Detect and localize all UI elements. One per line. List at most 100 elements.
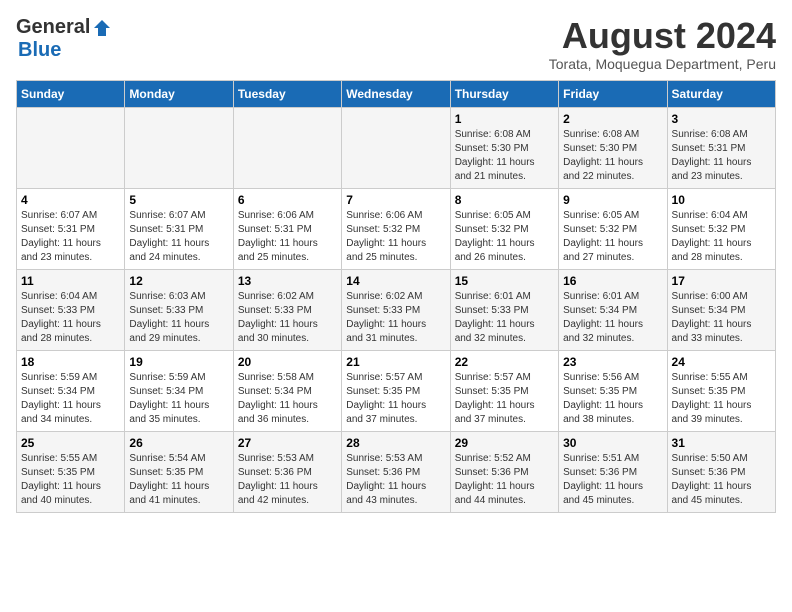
day-header-sunday: Sunday xyxy=(17,80,125,107)
day-number: 11 xyxy=(21,274,120,288)
day-number: 3 xyxy=(672,112,771,126)
day-info: Sunrise: 5:59 AM Sunset: 5:34 PM Dayligh… xyxy=(129,371,228,427)
day-number: 15 xyxy=(455,274,554,288)
day-info: Sunrise: 5:55 AM Sunset: 5:35 PM Dayligh… xyxy=(21,452,120,508)
week-row-1: 1 Sunrise: 6:08 AM Sunset: 5:30 PM Daylig… xyxy=(17,107,776,188)
day-header-thursday: Thursday xyxy=(450,80,558,107)
day-number: 29 xyxy=(455,436,554,450)
calendar-location: Torata, Moquegua Department, Peru xyxy=(549,56,776,72)
day-number: 21 xyxy=(346,355,445,369)
day-number: 1 xyxy=(455,112,554,126)
calendar-month-year: August 2024 xyxy=(549,16,776,56)
day-number: 25 xyxy=(21,436,120,450)
day-number: 16 xyxy=(563,274,662,288)
day-cell-18: 18 Sunrise: 5:59 AM Sunset: 5:34 PM Dayli… xyxy=(17,350,125,431)
day-cell-27: 27 Sunrise: 5:53 AM Sunset: 5:36 PM Dayli… xyxy=(233,431,341,512)
day-info: Sunrise: 6:05 AM Sunset: 5:32 PM Dayligh… xyxy=(455,209,554,265)
day-cell-22: 22 Sunrise: 5:57 AM Sunset: 5:35 PM Dayli… xyxy=(450,350,558,431)
day-cell-14: 14Sunrise: 6:02 AM Sunset: 5:33 PM Dayli… xyxy=(342,269,450,350)
day-cell-29: 29 Sunrise: 5:52 AM Sunset: 5:36 PM Dayli… xyxy=(450,431,558,512)
logo: General Blue xyxy=(16,16,112,62)
day-info: Sunrise: 6:01 AM Sunset: 5:33 PM Dayligh… xyxy=(455,290,554,346)
day-cell-10: 10 Sunrise: 6:04 AM Sunset: 5:32 PM Dayli… xyxy=(667,188,775,269)
day-cell-11: 11 Sunrise: 6:04 AM Sunset: 5:33 PM Dayli… xyxy=(17,269,125,350)
day-cell-21: 21 Sunrise: 5:57 AM Sunset: 5:35 PM Dayli… xyxy=(342,350,450,431)
day-cell-30: 30 Sunrise: 5:51 AM Sunset: 5:36 PM Dayli… xyxy=(559,431,667,512)
day-cell-20: 20 Sunrise: 5:58 AM Sunset: 5:34 PM Dayli… xyxy=(233,350,341,431)
day-info: Sunrise: 6:04 AM Sunset: 5:33 PM Dayligh… xyxy=(21,290,120,346)
day-info: Sunrise: 6:07 AM Sunset: 5:31 PM Dayligh… xyxy=(21,209,120,265)
day-number: 27 xyxy=(238,436,337,450)
day-header-tuesday: Tuesday xyxy=(233,80,341,107)
day-info: Sunrise: 5:55 AM Sunset: 5:35 PM Dayligh… xyxy=(672,371,771,427)
day-header-friday: Friday xyxy=(559,80,667,107)
empty-cell xyxy=(125,107,233,188)
day-info: Sunrise: 6:08 AM Sunset: 5:31 PM Dayligh… xyxy=(672,128,771,184)
day-header-monday: Monday xyxy=(125,80,233,107)
day-number: 19 xyxy=(129,355,228,369)
day-info: Sunrise: 5:58 AM Sunset: 5:34 PM Dayligh… xyxy=(238,371,337,427)
day-number: 12 xyxy=(129,274,228,288)
day-number: 26 xyxy=(129,436,228,450)
day-info: Sunrise: 5:57 AM Sunset: 5:35 PM Dayligh… xyxy=(346,371,445,427)
day-cell-28: 28Sunrise: 5:53 AM Sunset: 5:36 PM Dayli… xyxy=(342,431,450,512)
day-cell-1: 1 Sunrise: 6:08 AM Sunset: 5:30 PM Daylig… xyxy=(450,107,558,188)
day-info: Sunrise: 5:54 AM Sunset: 5:35 PM Dayligh… xyxy=(129,452,228,508)
day-info: Sunrise: 6:02 AM Sunset: 5:33 PM Dayligh… xyxy=(238,290,337,346)
day-info: Sunrise: 5:57 AM Sunset: 5:35 PM Dayligh… xyxy=(455,371,554,427)
day-info: Sunrise: 6:07 AM Sunset: 5:31 PM Dayligh… xyxy=(129,209,228,265)
day-number: 7 xyxy=(346,193,445,207)
empty-cell xyxy=(17,107,125,188)
day-info: Sunrise: 6:05 AM Sunset: 5:32 PM Dayligh… xyxy=(563,209,662,265)
day-info: Sunrise: 5:53 AM Sunset: 5:36 PM Dayligh… xyxy=(238,452,337,508)
day-info: Sunrise: 5:50 AM Sunset: 5:36 PM Dayligh… xyxy=(672,452,771,508)
day-number: 20 xyxy=(238,355,337,369)
day-info: Sunrise: 6:06 AM Sunset: 5:32 PM Dayligh… xyxy=(346,209,445,265)
day-number: 22 xyxy=(455,355,554,369)
day-number: 10 xyxy=(672,193,771,207)
day-info: Sunrise: 6:08 AM Sunset: 5:30 PM Dayligh… xyxy=(455,128,554,184)
day-info: Sunrise: 5:53 AM Sunset: 5:36 PM Dayligh… xyxy=(346,452,445,508)
day-cell-12: 12 Sunrise: 6:03 AM Sunset: 5:33 PM Dayli… xyxy=(125,269,233,350)
day-cell-17: 17Sunrise: 6:00 AM Sunset: 5:34 PM Dayli… xyxy=(667,269,775,350)
calendar-title-area: August 2024 Torata, Moquegua Department,… xyxy=(549,16,776,72)
week-row-3: 11 Sunrise: 6:04 AM Sunset: 5:33 PM Dayli… xyxy=(17,269,776,350)
day-number: 5 xyxy=(129,193,228,207)
day-cell-26: 26 Sunrise: 5:54 AM Sunset: 5:35 PM Dayli… xyxy=(125,431,233,512)
day-number: 6 xyxy=(238,193,337,207)
calendar-table: SundayMondayTuesdayWednesdayThursdayFrid… xyxy=(16,80,776,513)
logo-general-text: General xyxy=(16,16,90,39)
days-header-row: SundayMondayTuesdayWednesdayThursdayFrid… xyxy=(17,80,776,107)
day-cell-23: 23 Sunrise: 5:56 AM Sunset: 5:35 PM Dayli… xyxy=(559,350,667,431)
day-number: 4 xyxy=(21,193,120,207)
day-cell-25: 25 Sunrise: 5:55 AM Sunset: 5:35 PM Dayli… xyxy=(17,431,125,512)
week-row-5: 25 Sunrise: 5:55 AM Sunset: 5:35 PM Dayli… xyxy=(17,431,776,512)
day-cell-13: 13 Sunrise: 6:02 AM Sunset: 5:33 PM Dayli… xyxy=(233,269,341,350)
logo-blue-text: Blue xyxy=(18,39,61,62)
day-cell-2: 2Sunrise: 6:08 AM Sunset: 5:30 PM Daylig… xyxy=(559,107,667,188)
day-info: Sunrise: 5:56 AM Sunset: 5:35 PM Dayligh… xyxy=(563,371,662,427)
day-number: 23 xyxy=(563,355,662,369)
day-number: 14 xyxy=(346,274,445,288)
day-number: 24 xyxy=(672,355,771,369)
day-number: 18 xyxy=(21,355,120,369)
day-info: Sunrise: 6:01 AM Sunset: 5:34 PM Dayligh… xyxy=(563,290,662,346)
day-info: Sunrise: 6:00 AM Sunset: 5:34 PM Dayligh… xyxy=(672,290,771,346)
day-info: Sunrise: 6:03 AM Sunset: 5:33 PM Dayligh… xyxy=(129,290,228,346)
day-cell-16: 16 Sunrise: 6:01 AM Sunset: 5:34 PM Dayli… xyxy=(559,269,667,350)
day-number: 30 xyxy=(563,436,662,450)
day-cell-24: 24 Sunrise: 5:55 AM Sunset: 5:35 PM Dayli… xyxy=(667,350,775,431)
empty-cell xyxy=(342,107,450,188)
day-info: Sunrise: 6:04 AM Sunset: 5:32 PM Dayligh… xyxy=(672,209,771,265)
day-info: Sunrise: 5:59 AM Sunset: 5:34 PM Dayligh… xyxy=(21,371,120,427)
page-header: General Blue August 2024 Torata, Moquegu… xyxy=(16,16,776,72)
day-header-saturday: Saturday xyxy=(667,80,775,107)
day-number: 31 xyxy=(672,436,771,450)
day-info: Sunrise: 5:52 AM Sunset: 5:36 PM Dayligh… xyxy=(455,452,554,508)
empty-cell xyxy=(233,107,341,188)
day-number: 13 xyxy=(238,274,337,288)
day-cell-3: 3 Sunrise: 6:08 AM Sunset: 5:31 PM Daylig… xyxy=(667,107,775,188)
day-cell-6: 6Sunrise: 6:06 AM Sunset: 5:31 PM Daylig… xyxy=(233,188,341,269)
logo-icon xyxy=(92,18,112,38)
day-info: Sunrise: 5:51 AM Sunset: 5:36 PM Dayligh… xyxy=(563,452,662,508)
